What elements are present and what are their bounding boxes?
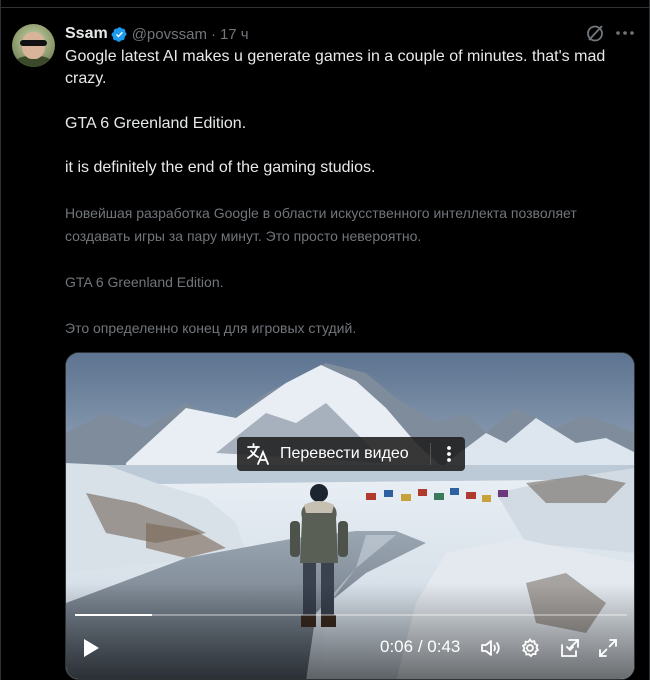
timeline-top-border [0, 0, 650, 8]
translate-icon [245, 441, 271, 467]
avatar[interactable] [12, 24, 55, 67]
video-current-time: 0:06 [380, 637, 414, 656]
grok-icon[interactable] [585, 23, 605, 43]
play-icon[interactable] [79, 637, 101, 659]
video-duration: 0:43 [427, 637, 461, 656]
picture-in-picture-icon[interactable] [559, 637, 581, 659]
post-text-line-3: it is definitely the end of the gaming s… [65, 159, 376, 176]
video-progress-bar[interactable] [75, 614, 627, 616]
volume-icon[interactable] [480, 637, 502, 659]
verified-badge-icon [111, 26, 128, 43]
translate-video-button[interactable]: Перевести видео [237, 437, 465, 471]
video-timecode: 0:06 / 0:43 [380, 637, 460, 657]
gear-icon[interactable] [519, 637, 541, 659]
header-separator: · [210, 25, 216, 43]
post-text-line-1: Google latest AI makes u generate games … [65, 48, 606, 87]
fullscreen-icon[interactable] [597, 637, 619, 659]
post-time[interactable]: 17 ч [220, 26, 249, 43]
author-name[interactable]: Ssam [65, 25, 108, 43]
translate-more-icon[interactable] [440, 444, 458, 464]
tweet[interactable]: Ssam @povssam · 17 ч Google latest AI ma… [0, 8, 650, 680]
translation-line-2: GTA 6 Greenland Edition. [65, 274, 224, 290]
more-horizontal-icon[interactable] [615, 23, 635, 43]
translate-pill-divider [430, 443, 431, 465]
translation-line-3: Это определенно конец для игровых студий… [65, 320, 357, 336]
post-text-line-2: GTA 6 Greenland Edition. [65, 115, 247, 132]
author-handle[interactable]: @povssam [132, 26, 207, 43]
tweet-header: Ssam @povssam · 17 ч [65, 24, 249, 44]
translation-line-1: Новейшая разработка Google в области иск… [65, 205, 577, 244]
video-player[interactable]: Перевести видео 0:06 / 0:43 [65, 352, 635, 680]
video-time-separator: / [413, 637, 428, 656]
video-progress-fill [75, 614, 153, 616]
translate-video-label: Перевести видео [280, 445, 409, 462]
video-controls: 0:06 / 0:43 [66, 623, 634, 673]
